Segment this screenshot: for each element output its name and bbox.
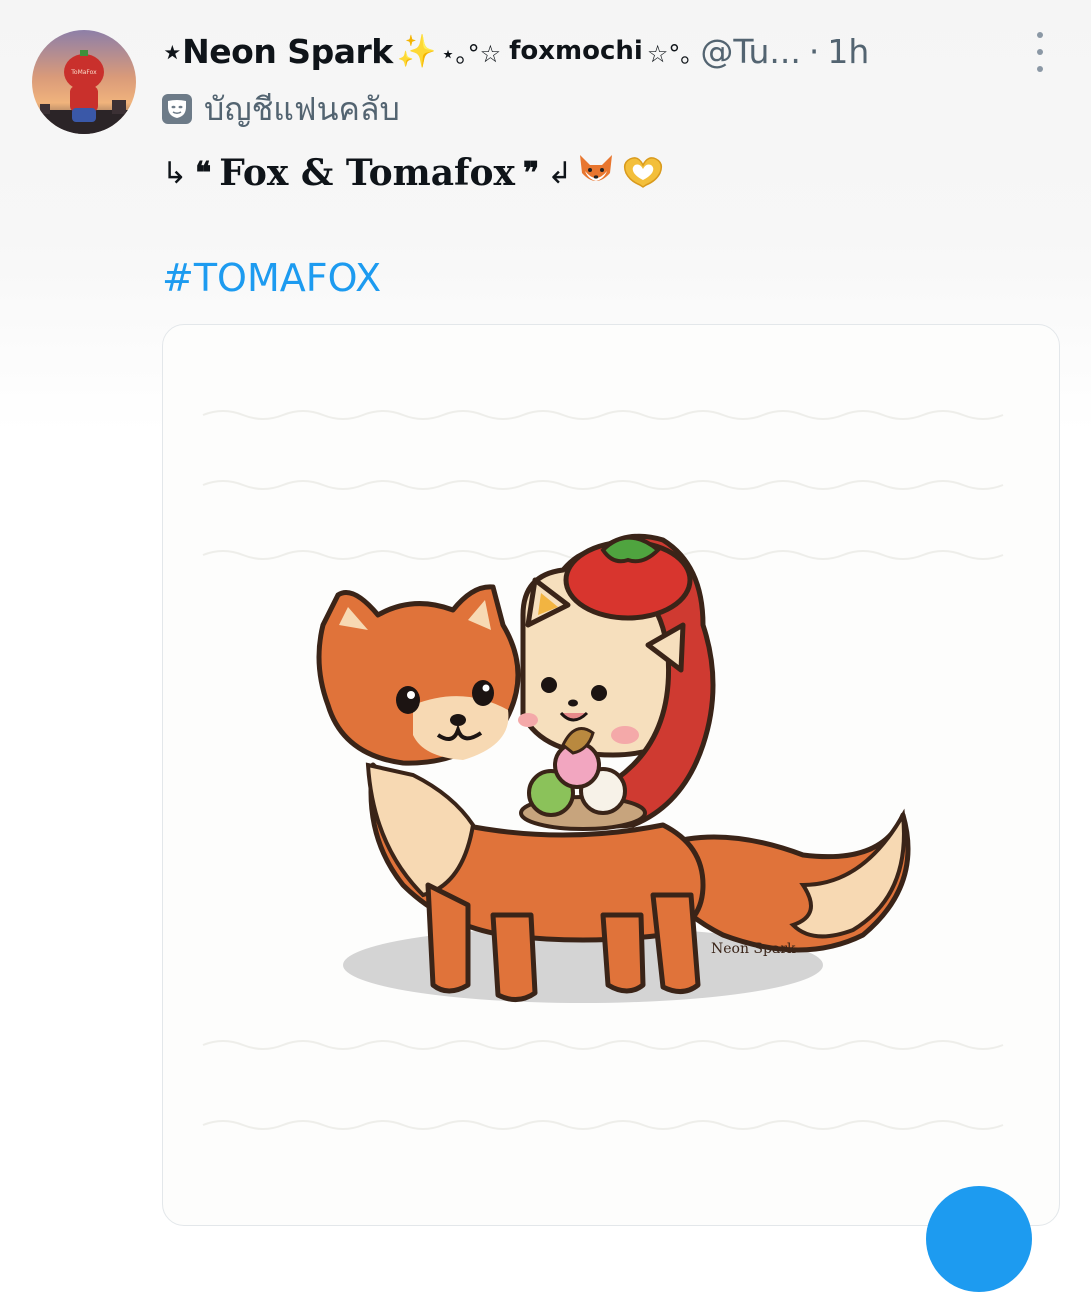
- tweet-title: Fox & Tomafox: [219, 152, 515, 194]
- name-suffix-word: foxmochi: [509, 36, 643, 66]
- tweet-header: ⋆Neon Spark ✨ ⋆｡°☆ foxmochi ☆°｡ @Tu... ·…: [162, 26, 1062, 76]
- avatar[interactable]: ToMaFox: [32, 30, 136, 134]
- user-handle[interactable]: @Tu...: [700, 32, 801, 71]
- fox-illustration: Neon Spark: [202, 410, 1004, 1130]
- compose-button[interactable]: [926, 1186, 1032, 1292]
- arrow-down-left-glyph: ↲: [547, 155, 573, 191]
- timestamp[interactable]: 1h: [827, 32, 869, 71]
- heart-hands-emoji-icon: [620, 153, 666, 193]
- display-name[interactable]: ⋆Neon Spark: [162, 32, 393, 71]
- fox-emoji-icon: [576, 153, 616, 193]
- affiliation-label[interactable]: บัญชีแฟนคลับ: [204, 84, 400, 135]
- separator-dot: ·: [808, 31, 820, 71]
- quote-open-glyph: ❝: [195, 155, 212, 191]
- tweet-text: ↳ ❝ Fox & Tomafox ❞ ↲: [162, 148, 666, 198]
- sparkles-emoji-icon: ✨: [396, 32, 437, 70]
- affiliation-row: บัญชีแฟนคลับ: [162, 86, 400, 132]
- name-decoration: ⋆｡°☆: [440, 39, 502, 68]
- arrow-down-right-glyph: ↳: [162, 155, 188, 191]
- tweet-media-image[interactable]: Neon Spark: [162, 324, 1060, 1226]
- quote-close-glyph: ❞: [522, 155, 540, 191]
- name-decoration-end: ☆°｡: [646, 39, 693, 68]
- artist-signature: Neon Spark: [711, 941, 796, 957]
- svg-text:ToMaFox: ToMaFox: [70, 69, 97, 76]
- hashtag-link[interactable]: #TOMAFOX: [162, 256, 381, 300]
- more-vertical-icon[interactable]: [1028, 32, 1052, 72]
- fan-account-badge-icon: [162, 94, 192, 124]
